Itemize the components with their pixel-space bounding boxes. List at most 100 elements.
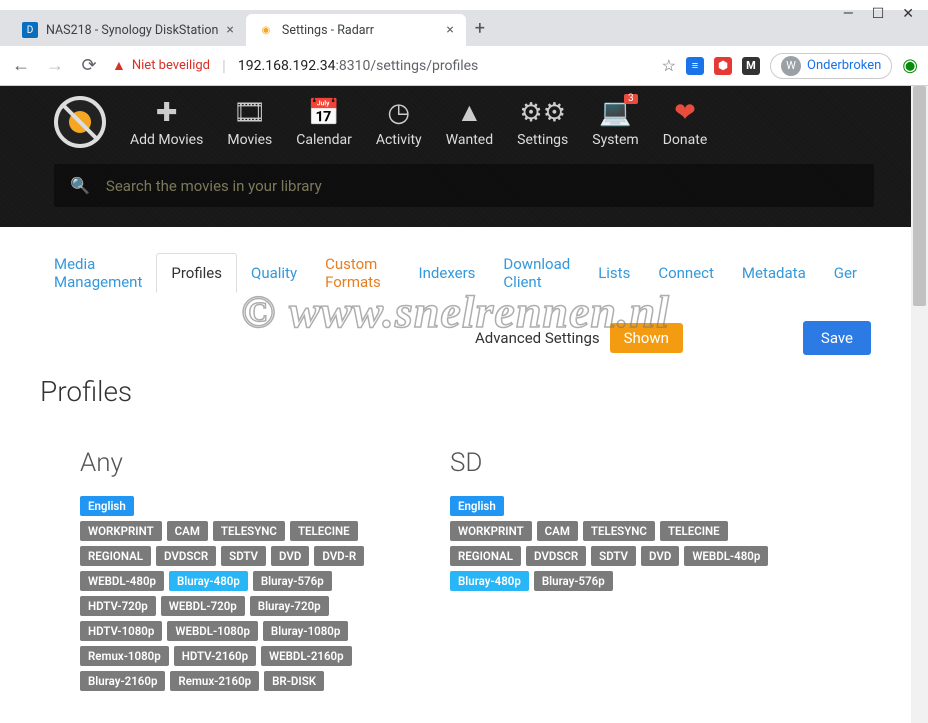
quality-tag: BR-DISK [264, 671, 324, 691]
laptop-icon: 💻3 [599, 98, 631, 128]
quality-tag: WORKPRINT [450, 521, 532, 541]
tab-media-management[interactable]: Media Management [40, 245, 156, 301]
warning-text: Niet beveiligd [132, 58, 210, 73]
clock-icon: ◷ [387, 98, 410, 128]
plus-icon: ✚ [156, 98, 178, 128]
browser-tab[interactable]: D NAS218 - Synology DiskStation × [10, 14, 246, 46]
scrollbar[interactable] [911, 86, 928, 723]
nav-label: Movies [227, 132, 272, 148]
address-bar: ← → ⟳ ▲ Niet beveiligd | 192.168.192.34:… [0, 46, 928, 86]
nav-item-activity[interactable]: ◷ Activity [376, 98, 422, 148]
language-tag: English [450, 496, 504, 516]
nav-item-add-movies[interactable]: ✚ Add Movies [130, 98, 203, 148]
gears-icon: ⚙⚙ [519, 98, 566, 128]
quality-tag: TELESYNC [213, 521, 285, 541]
forward-button[interactable]: → [44, 55, 66, 76]
extension-icon[interactable]: M [742, 57, 760, 75]
badge: 3 [624, 94, 638, 104]
browser-tab[interactable]: ◉ Settings - Radarr × [246, 14, 466, 46]
quality-tag: DVDSCR [526, 546, 586, 566]
profile-card[interactable]: AnyEnglishWORKPRINTCAMTELESYNCTELECINERE… [80, 448, 400, 696]
user-profile-button[interactable]: W Onderbroken [770, 53, 892, 79]
save-button[interactable]: Save [803, 321, 871, 355]
new-tab-button[interactable]: + [466, 18, 494, 39]
quality-tag: Bluray-576p [253, 571, 332, 591]
quality-tag: REGIONAL [450, 546, 521, 566]
tab-connect[interactable]: Connect [644, 254, 728, 292]
film-icon: 🎞 [233, 98, 266, 128]
app-header: ✚ Add Movies 🎞 Movies 📅Calendar ◷ Activity ▲Wan… [0, 86, 928, 227]
search-bar[interactable]: 🔍 [54, 164, 874, 207]
quality-tag: Remux-1080p [80, 646, 169, 666]
quality-tag: DVD [641, 546, 679, 566]
nav-label: Settings [517, 132, 568, 148]
close-icon[interactable]: ✕ [902, 6, 914, 22]
quality-tag: WORKPRINT [80, 521, 162, 541]
profile-card[interactable]: SDEnglishWORKPRINTCAMTELESYNCTELECINEREG… [450, 448, 770, 696]
quality-tag: CAM [537, 521, 578, 541]
back-button[interactable]: ← [10, 55, 32, 76]
tab-title: Settings - Radarr [282, 23, 374, 38]
nav-label: Add Movies [130, 132, 203, 148]
tab-download-client[interactable]: Download Client [489, 245, 584, 301]
tab-indexers[interactable]: Indexers [405, 254, 490, 292]
page-title: Profiles [40, 375, 871, 408]
window-controls: — ☐ ✕ [829, 0, 928, 28]
quality-tag: HDTV-1080p [80, 621, 162, 641]
tab-title: NAS218 - Synology DiskStation [46, 23, 218, 38]
star-icon[interactable]: ☆ [662, 56, 676, 75]
quality-tag: WEBDL-720p [161, 596, 245, 616]
nav-item-movies[interactable]: 🎞 Movies [227, 98, 272, 148]
tab-close-icon[interactable]: × [226, 22, 233, 38]
quality-tag: TELESYNC [583, 521, 655, 541]
nav-label: Activity [376, 132, 422, 148]
tab-ger[interactable]: Ger [820, 254, 871, 292]
tab-metadata[interactable]: Metadata [728, 254, 820, 292]
scrollbar-thumb[interactable] [913, 86, 926, 306]
reload-button[interactable]: ⟳ [78, 55, 100, 76]
quality-tag: DVD-R [314, 546, 364, 566]
advanced-toggle[interactable]: Shown [610, 323, 683, 353]
tab-custom-formats[interactable]: Custom Formats [311, 245, 404, 301]
extension-icon[interactable]: ⬢ [714, 57, 732, 75]
browser-tabs: D NAS218 - Synology DiskStation × ◉ Sett… [0, 10, 928, 46]
settings-tabs: Media ManagementProfilesQualityCustom Fo… [40, 245, 871, 301]
tab-profiles[interactable]: Profiles [156, 253, 237, 293]
nav-label: Donate [663, 132, 708, 148]
quality-tag: Bluray-480p [450, 571, 529, 591]
extension-icon[interactable]: ◉ [902, 55, 918, 76]
quality-tag: Bluray-1080p [263, 621, 348, 641]
tab-quality[interactable]: Quality [237, 254, 311, 292]
quality-tag: TELECINE [660, 521, 728, 541]
nav-item-system[interactable]: 💻3 System [592, 98, 638, 148]
extension-icon[interactable]: ≡ [686, 57, 704, 75]
favicon-icon: D [22, 22, 38, 38]
profile-name: Any [80, 448, 400, 478]
settings-toolbar: Advanced Settings Shown Save [40, 321, 871, 355]
nav-label: System [592, 132, 638, 148]
quality-tag: WEBDL-1080p [167, 621, 258, 641]
nav-item-donate[interactable]: ❤Donate [663, 98, 708, 148]
nav-item-calendar[interactable]: 📅Calendar [296, 98, 352, 148]
maximize-icon[interactable]: ☐ [872, 6, 885, 22]
quality-tag: REGIONAL [80, 546, 151, 566]
app-logo[interactable] [54, 96, 106, 148]
favicon-icon: ◉ [258, 22, 274, 38]
quality-tag: Bluray-480p [169, 571, 248, 591]
security-warning[interactable]: ▲ Niet beveiligd [112, 57, 210, 74]
search-input[interactable] [106, 177, 858, 195]
quality-tag: WEBDL-480p [684, 546, 768, 566]
nav-label: Calendar [296, 132, 352, 148]
minimize-icon[interactable]: — [843, 6, 854, 22]
quality-tag: Remux-2160p [170, 671, 259, 691]
url-display[interactable]: 192.168.192.34:8310/settings/profiles [238, 58, 478, 74]
nav-item-settings[interactable]: ⚙⚙ Settings [517, 98, 568, 148]
quality-tag: DVD [271, 546, 309, 566]
tab-lists[interactable]: Lists [584, 254, 644, 292]
nav-item-wanted[interactable]: ▲Wanted [446, 98, 493, 148]
avatar: W [781, 56, 801, 76]
quality-tag: DVDSCR [156, 546, 216, 566]
language-tag: English [80, 496, 134, 516]
tab-close-icon[interactable]: × [446, 22, 453, 38]
nav-label: Wanted [446, 132, 493, 148]
